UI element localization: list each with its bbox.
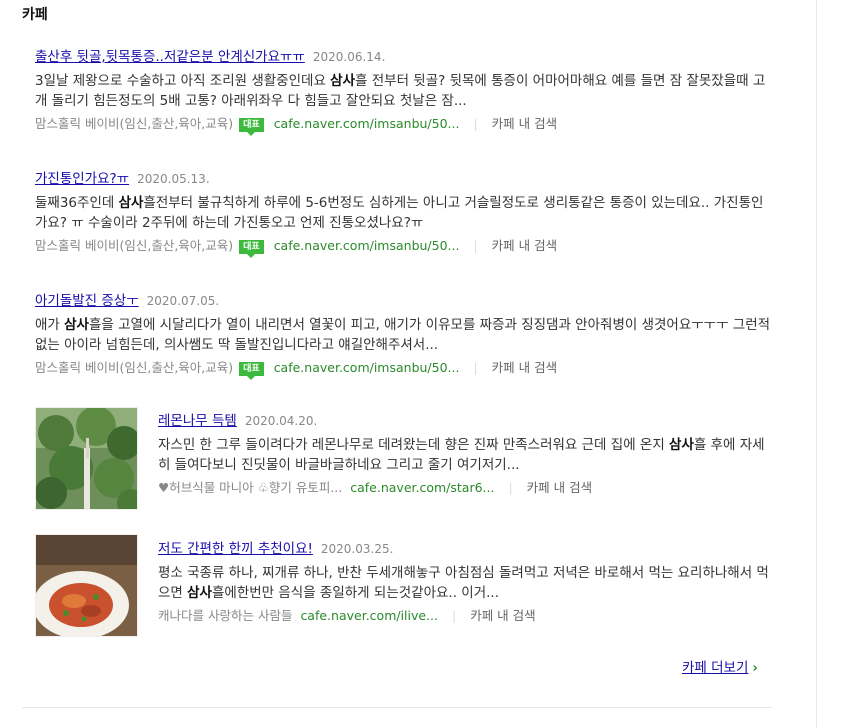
snippet-text: 애가 — [35, 317, 65, 333]
cafe-name-link[interactable]: 맘스홀릭 베이비(임신,출산,육아,교육) — [35, 116, 233, 131]
post-url-link[interactable]: cafe.naver.com/ilive... — [300, 608, 438, 623]
cafe-search-link[interactable]: 카페 내 검색 — [470, 608, 535, 623]
cafe-name-link[interactable]: 맘스홀릭 베이비(임신,출산,육아,교육) — [35, 238, 233, 253]
post-date: 2020.03.25. — [320, 542, 394, 556]
post-title-link[interactable]: 레몬나무 득템 — [158, 413, 237, 429]
post-thumbnail[interactable] — [35, 407, 138, 510]
post-url-link[interactable]: cafe.naver.com/star6... — [350, 480, 494, 495]
post-title-link[interactable]: 아기돌발진 증상ㅜ — [35, 293, 139, 309]
list-item: 가진통인가요?ㅠ 2020.05.13. 둘째36주인데 삼사흘전부터 불규칙하게… — [35, 168, 775, 258]
section-divider — [22, 707, 772, 708]
separator: | — [473, 360, 478, 375]
snippet-text: 흘을 고열에 시달리다가 열이 내리면서 열꽃이 피고, 애기가 이유모를 짜증… — [35, 317, 771, 353]
cafe-name-link[interactable]: 맘스홀릭 베이비(임신,출산,육아,교육) — [35, 360, 233, 375]
post-date: 2020.04.20. — [244, 414, 318, 428]
post-url-link[interactable]: cafe.naver.com/imsanbu/50... — [274, 360, 460, 375]
post-date: 2020.07.05. — [146, 294, 220, 308]
more-cafe-label: 카페 더보기 — [682, 660, 749, 676]
post-url-link[interactable]: cafe.naver.com/imsanbu/50... — [274, 116, 460, 131]
list-item: 아기돌발진 증상ㅜ 2020.07.05. 애가 삼사흘을 고열에 시달리다가 열… — [35, 290, 775, 380]
right-divider — [816, 0, 817, 728]
snippet-text: 둘째36주인데 — [35, 195, 119, 211]
snippet-text: 흘에한번만 음식을 종일하게 되는것같아요.. 이거... — [211, 585, 500, 601]
separator: | — [452, 608, 457, 623]
snippet-text: 흘전부터 불규칙하게 하루에 5-6번정도 심하게는 아니고 거슬릴정도로 생리… — [35, 195, 764, 231]
post-thumbnail[interactable] — [35, 534, 138, 637]
cafe-search-link[interactable]: 카페 내 검색 — [492, 116, 557, 131]
cafe-search-link[interactable]: 카페 내 검색 — [527, 480, 592, 495]
cafe-name-link[interactable]: ♥허브식물 마니아 ♧향기 유토피... — [158, 480, 342, 495]
snippet-highlight: 삼사 — [64, 317, 89, 333]
food-photo — [36, 535, 137, 636]
post-title-link[interactable]: 저도 간편한 한끼 추천이요! — [158, 541, 313, 557]
post-title-link[interactable]: 가진통인가요?ㅠ — [35, 171, 129, 187]
list-item: 레몬나무 득템 2020.04.20. 자스민 한 그루 들이려다가 레몬나무로 … — [158, 410, 775, 498]
cafe-search-link[interactable]: 카페 내 검색 — [492, 238, 557, 253]
post-title-link[interactable]: 출산후 뒷골,뒷목통증..저같은분 안계신가요ㅠㅠ — [35, 49, 305, 65]
post-snippet: 둘째36주인데 삼사흘전부터 불규칙하게 하루에 5-6번정도 심하게는 아니고… — [35, 193, 775, 233]
separator: | — [508, 480, 513, 495]
post-date: 2020.05.13. — [137, 172, 210, 186]
snippet-highlight: 삼사 — [187, 585, 212, 601]
list-item: 출산후 뒷골,뒷목통증..저같은분 안계신가요ㅠㅠ 2020.06.14. 3일날… — [35, 46, 775, 136]
snippet-text: 3일날 제왕으로 수술하고 아직 조리원 생활중인데요 — [35, 73, 331, 89]
snippet-highlight: 삼사 — [118, 195, 144, 211]
section-title: 카페 — [22, 7, 48, 23]
post-date: 2020.06.14. — [312, 50, 386, 64]
separator: | — [473, 116, 478, 131]
snippet-text: 자스민 한 그루 들이려다가 레몬나무로 데려왔는데 향은 진짜 만족스러워요 … — [158, 437, 670, 453]
cafe-search-link[interactable]: 카페 내 검색 — [492, 360, 557, 375]
plant-photo — [36, 408, 137, 509]
list-item: 저도 간편한 한끼 추천이요! 2020.03.25. 평소 국종류 하나, 찌개… — [158, 538, 775, 626]
chevron-right-icon: › — [752, 660, 758, 676]
cafe-name-link[interactable]: 캐나다를 사랑하는 사람들 — [158, 608, 292, 623]
representative-badge: 대표 — [239, 361, 264, 380]
representative-badge: 대표 — [239, 239, 264, 258]
snippet-highlight: 삼사 — [330, 73, 356, 89]
post-url-link[interactable]: cafe.naver.com/imsanbu/50... — [274, 238, 460, 253]
separator: | — [473, 238, 478, 253]
post-snippet: 3일날 제왕으로 수술하고 아직 조리원 생활중인데요 삼사흘 전부터 뒷골? … — [35, 71, 775, 111]
post-snippet: 자스민 한 그루 들이려다가 레몬나무로 데려왔는데 향은 진짜 만족스러워요 … — [158, 435, 775, 475]
representative-badge: 대표 — [239, 117, 264, 136]
more-cafe-link[interactable]: 카페 더보기 › — [682, 656, 758, 676]
post-snippet: 평소 국종류 하나, 찌개류 하나, 반찬 두세개해놓구 아침점심 돌려먹고 저… — [158, 563, 775, 603]
post-snippet: 애가 삼사흘을 고열에 시달리다가 열이 내리면서 열꽃이 피고, 애기가 이유… — [35, 315, 775, 355]
snippet-highlight: 삼사 — [669, 437, 694, 453]
